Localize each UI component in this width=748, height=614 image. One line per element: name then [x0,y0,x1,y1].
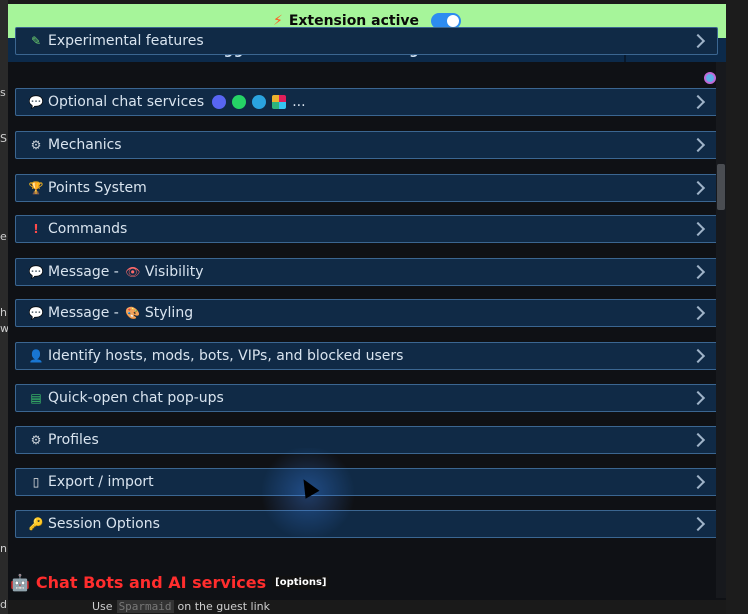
section-message-styling[interactable]: 💬 Message - 🎨 Styling [15,299,718,327]
section-label: Mechanics [48,137,122,153]
telegram-icon [252,95,267,109]
section-label: Profiles [48,432,99,448]
section-export-import[interactable]: ▯ Export / import [15,468,718,496]
below-text: Use Sparmaid on the guest link [92,600,270,613]
background-page: s S e h w n d [0,0,8,614]
section-label-2: Styling [144,305,194,321]
section-label: Session Options [48,516,160,532]
section-experimental[interactable]: ✎ Experimental features [15,27,718,55]
robot-icon: 🤖 [10,573,30,592]
chevron-right-icon [691,93,705,111]
whatsapp-icon [232,95,247,109]
slack-icon [272,95,287,109]
chevron-right-icon [691,515,705,533]
search-icon[interactable] [704,72,716,84]
chevron-right-icon [691,389,705,407]
section-label: Message - [48,305,119,321]
section-label: Experimental features [48,33,204,49]
service-icons [212,95,287,109]
section-label: Message - [48,264,119,280]
chevron-right-icon [691,220,705,238]
options-link[interactable]: [options] [272,576,330,589]
section-profiles[interactable]: ⚙ Profiles [15,426,718,454]
extension-popup: ⚡ Extension active Trigger a fake test m… [8,4,726,600]
section-label: Identify hosts, mods, bots, VIPs, and bl… [48,348,404,364]
section-message-visibility[interactable]: 💬 Message - 👁 Visibility [15,258,718,286]
chevron-right-icon [691,347,705,365]
bg-text: S [0,132,7,145]
document-icon: ▯ [32,475,40,489]
section-quick-open[interactable]: ▤ Quick-open chat pop-ups [15,384,718,412]
section-label-2: Visibility [144,264,204,280]
chat-bubble-icon: 💬 [28,95,44,109]
footer-section: 🤖 Chat Bots and AI services [options] [10,573,330,592]
scrollbar-track[interactable] [716,62,726,598]
trophy-icon: 🏆 [28,181,44,195]
below-code: Sparmaid [116,600,174,613]
pencil-icon: ✎ [30,34,42,48]
bg-text: d [0,598,7,611]
eye-icon: 👁 [125,265,141,279]
key-icon: 🔑 [28,517,44,531]
discord-icon [212,95,227,109]
scrollbar-thumb[interactable] [717,164,725,210]
section-chat-services[interactable]: 💬 Optional chat services ... [15,88,718,116]
bg-text: h [0,306,7,319]
bg-text: e [0,230,7,243]
below-prefix: Use [92,600,113,613]
section-session-options[interactable]: 🔑 Session Options [15,510,718,538]
section-label: Points System [48,180,147,196]
gear-icon: ⚙ [30,433,42,447]
chevron-right-icon [691,431,705,449]
section-commands[interactable]: ! Commands [15,215,718,243]
section-label: Quick-open chat pop-ups [48,390,224,406]
bg-text: s [0,86,6,99]
chevron-right-icon [691,263,705,281]
section-label: Optional chat services [48,94,205,110]
chevron-right-icon [691,304,705,322]
section-label: Commands [48,221,128,237]
exclamation-icon: ! [33,222,39,236]
person-icon: 👤 [28,349,44,363]
chevron-right-icon [691,32,705,50]
section-points[interactable]: 🏆 Points System [15,174,718,202]
chevron-right-icon [691,136,705,154]
window-icon: ▤ [30,391,42,405]
below-suffix: on the guest link [177,600,271,613]
gear-icon: ⚙ [30,138,42,152]
background-right [726,0,748,614]
section-label: Export / import [48,474,154,490]
section-identify-users[interactable]: 👤 Identify hosts, mods, bots, VIPs, and … [15,342,718,370]
bg-text: w [0,322,8,335]
section-mechanics[interactable]: ⚙ Mechanics [15,131,718,159]
palette-icon: 🎨 [125,306,141,320]
chevron-right-icon [691,473,705,491]
chat-bubble-icon: 💬 [28,306,44,320]
bg-text: n [0,542,7,555]
footer-title: Chat Bots and AI services [35,573,267,592]
more-services: ... [292,94,306,110]
chat-bubble-icon: 💬 [28,265,44,279]
chevron-right-icon [691,179,705,197]
